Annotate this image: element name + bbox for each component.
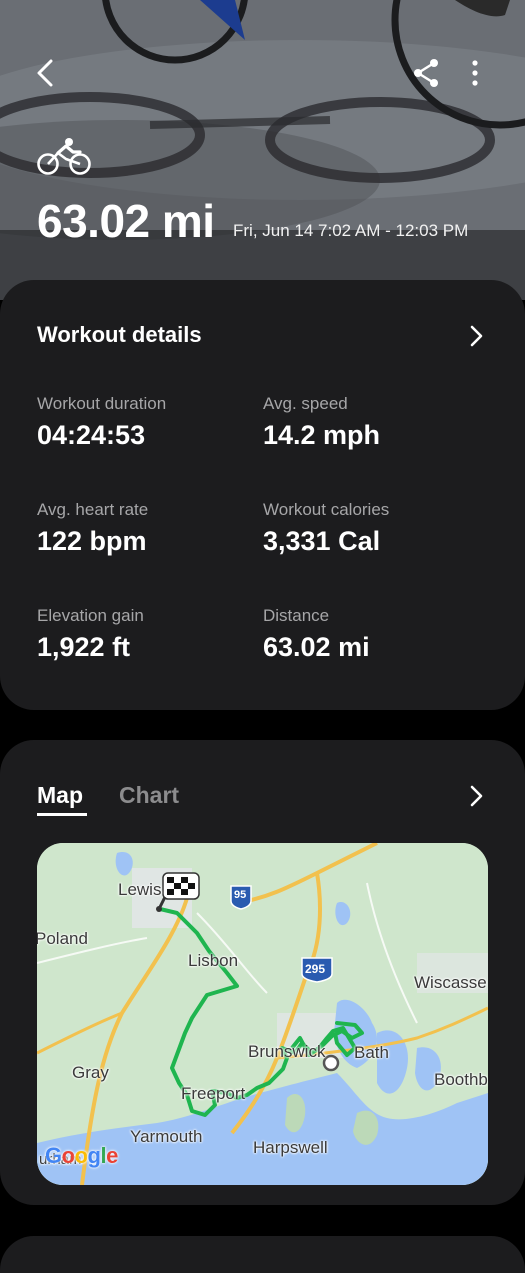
map-label-poland: Poland xyxy=(37,929,88,948)
map-label-bath: Bath xyxy=(354,1043,389,1062)
tab-selected-indicator xyxy=(37,813,87,816)
map-label-brunswick: Brunswick xyxy=(248,1042,326,1061)
stat-value: 63.02 mi xyxy=(263,632,370,662)
map-label-lewiston: Lewis xyxy=(118,880,162,899)
stat-label: Workout calories xyxy=(263,500,390,519)
next-card-partial xyxy=(0,1236,525,1273)
chevron-right-icon[interactable] xyxy=(462,322,490,350)
bicycle-icon xyxy=(37,138,91,175)
route-map[interactable]: Lewis Poland Lisbon Wiscasse Brunswick B… xyxy=(37,843,488,1185)
route-card: Map Chart Lewis Poland Lisbon Wiscasse B… xyxy=(0,740,525,1205)
google-letter: o xyxy=(74,1143,88,1168)
map-canvas xyxy=(37,843,488,1185)
stat-value: 1,922 ft xyxy=(37,632,131,662)
chevron-right-icon[interactable] xyxy=(462,782,490,810)
google-letter: o xyxy=(61,1143,75,1168)
tab-map[interactable]: Map xyxy=(37,782,83,809)
tab-chart[interactable]: Chart xyxy=(119,782,179,809)
map-label-wiscasset: Wiscasse xyxy=(414,973,487,992)
stat-avg-speed: Avg. speed 14.2 mph xyxy=(263,394,380,451)
map-label-gray: Gray xyxy=(72,1063,109,1082)
stat-label: Avg. heart rate xyxy=(37,500,149,519)
stat-value: 122 bpm xyxy=(37,526,147,556)
google-letter: g xyxy=(87,1143,101,1168)
stat-workout-calories: Workout calories 3,331 Cal xyxy=(263,500,389,557)
stat-workout-duration: Workout duration 04:24:53 xyxy=(37,394,166,451)
stat-label: Workout duration xyxy=(37,394,167,413)
map-label-freeport: Freeport xyxy=(181,1084,246,1103)
more-vertical-icon[interactable] xyxy=(460,56,490,90)
share-icon[interactable] xyxy=(410,56,442,90)
google-letter: G xyxy=(45,1143,62,1168)
stat-value: 14.2 mph xyxy=(263,420,381,450)
stat-value: 04:24:53 xyxy=(37,420,146,450)
stat-label: Distance xyxy=(263,606,330,625)
map-label-boothbay: Boothb xyxy=(434,1070,488,1089)
map-label-yarmouth: Yarmouth xyxy=(130,1127,203,1146)
back-arrow-icon[interactable] xyxy=(30,56,64,90)
workout-distance-title: 63.02 mi xyxy=(37,195,215,247)
stat-elevation-gain: Elevation gain 1,922 ft xyxy=(37,606,144,663)
google-letter: e xyxy=(106,1143,118,1168)
workout-details-card: Workout details Workout duration 04:24:5… xyxy=(0,280,525,710)
workout-details-title: Workout details xyxy=(37,322,202,347)
stat-label: Avg. speed xyxy=(263,394,348,413)
workout-time-range: Fri, Jun 14 7:02 AM - 12:03 PM xyxy=(233,221,469,240)
map-label-harpswell: Harpswell xyxy=(253,1138,328,1157)
google-attribution-logo: Google xyxy=(45,1143,118,1169)
stat-distance: Distance 63.02 mi xyxy=(263,606,370,663)
stat-avg-heart-rate: Avg. heart rate 122 bpm xyxy=(37,500,148,557)
interstate-295-shield-label: 295 xyxy=(305,962,326,976)
hero-header: 63.02 mi Fri, Jun 14 7:02 AM - 12:03 PM xyxy=(0,0,525,300)
stat-value: 3,331 Cal xyxy=(263,526,381,556)
interstate-95-shield-label: 95 xyxy=(234,889,247,901)
stat-label: Elevation gain xyxy=(37,606,144,625)
map-label-lisbon: Lisbon xyxy=(188,951,239,970)
